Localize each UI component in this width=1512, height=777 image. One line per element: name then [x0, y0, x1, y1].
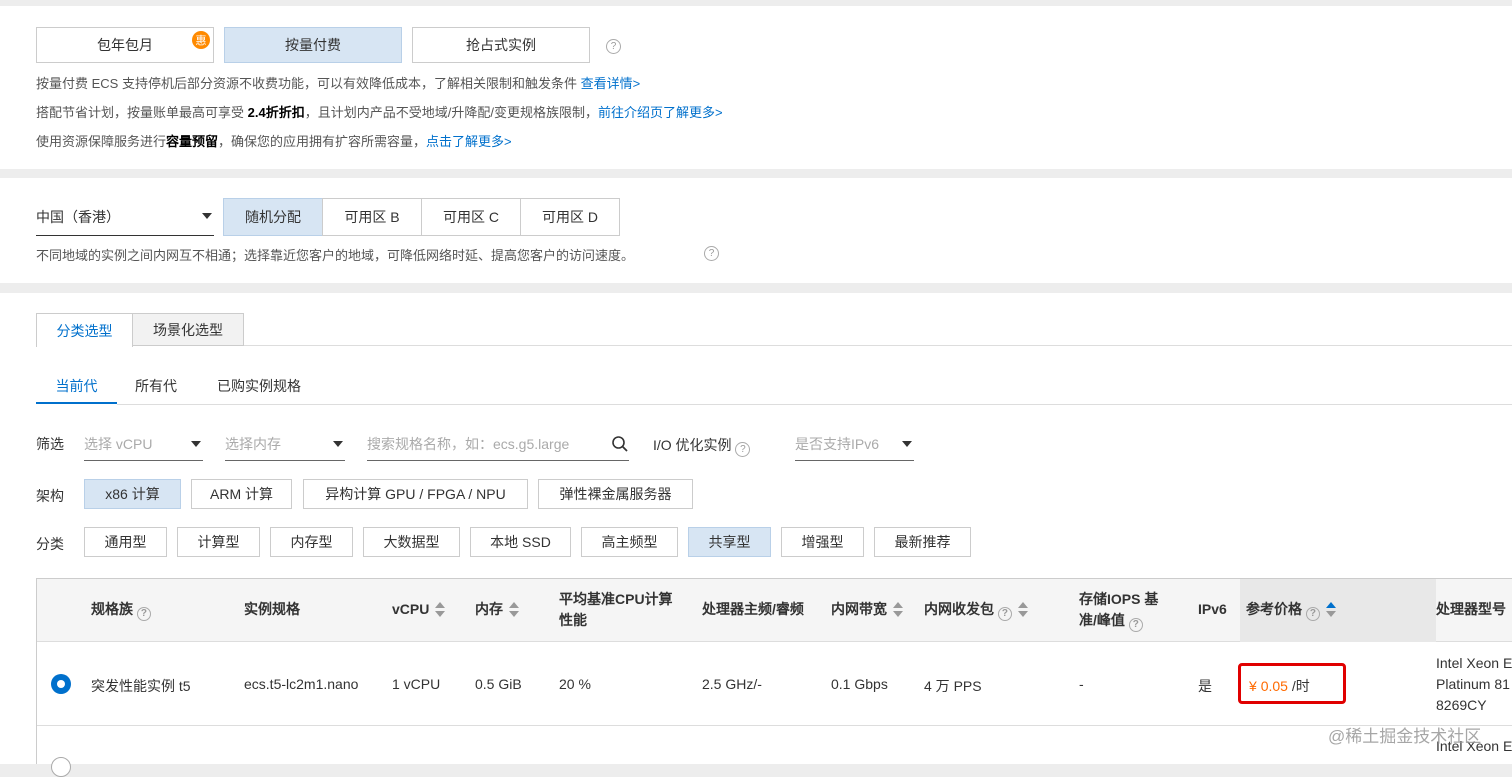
tabs-divider [244, 345, 1512, 346]
architecture-label: 架构 [36, 488, 64, 504]
help-icon[interactable]: ? [997, 606, 1012, 621]
help-icon[interactable]: ? [1305, 606, 1320, 621]
region-select[interactable]: 中国（香港） [36, 198, 214, 236]
cell-memory: 0.5 GiB [475, 676, 522, 692]
cell-price: ¥ 0.05 /时 [1249, 678, 1310, 694]
arch-x86[interactable]: x86 计算 [84, 479, 181, 509]
sort-icon[interactable] [893, 602, 903, 618]
vcpu-select[interactable]: 选择 vCPU [84, 428, 203, 461]
sort-icon[interactable] [509, 602, 519, 618]
cell-iops: - [1079, 676, 1084, 692]
zone-random[interactable]: 随机分配 [223, 198, 323, 236]
header-ipv6: IPv6 [1198, 601, 1227, 617]
chevron-down-icon [902, 441, 912, 447]
help-icon[interactable]: ? [606, 39, 621, 54]
capacity-link[interactable]: 点击了解更多> [426, 134, 512, 149]
tab-purchased-specs[interactable]: 已购实例规格 [217, 376, 301, 396]
category-shared[interactable]: 共享型 [688, 527, 771, 557]
header-iops: 存储IOPS 基准/峰值 ? [1079, 591, 1159, 632]
details-link[interactable]: 查看详情> [581, 76, 641, 91]
search-icon[interactable] [611, 435, 629, 453]
zone-c[interactable]: 可用区 C [421, 198, 521, 236]
billing-option-subscription[interactable]: 包年包月 惠 [36, 27, 214, 63]
cell-vcpu: 1 vCPU [392, 676, 441, 692]
help-icon[interactable]: ? [136, 606, 151, 621]
category-high-freq[interactable]: 高主频型 [581, 527, 678, 557]
chevron-down-icon [333, 441, 343, 447]
arch-heterogeneous[interactable]: 异构计算 GPU / FPGA / NPU [303, 479, 528, 509]
arch-bare-metal[interactable]: 弹性裸金属服务器 [538, 479, 693, 509]
billing-note-2: 搭配节省计划，按量账单最高可享受 2.4折折扣，且计划内产品不受地域/升降配/变… [36, 105, 723, 120]
header-memory[interactable]: 内存 [475, 599, 519, 620]
tab-category-selection[interactable]: 分类选型 [36, 313, 133, 347]
category-big-data[interactable]: 大数据型 [363, 527, 460, 557]
header-vcpu[interactable]: vCPU [392, 599, 446, 620]
region-note: 不同地域的实例之间内网互不相通；选择靠近您客户的地域，可降低网络时延、提高您客户… [36, 248, 635, 263]
cell-ipv6: 是 [1198, 678, 1212, 694]
filter-label: 筛选 [36, 436, 64, 452]
tab-current-gen[interactable]: 当前代 [36, 366, 117, 404]
header-cpu-model: 处理器型号 [1436, 601, 1506, 617]
cell-family: 突发性能实例 t5 [91, 678, 191, 694]
help-icon[interactable]: ? [735, 442, 751, 457]
cell-bandwidth: 0.1 Gbps [831, 676, 888, 692]
arch-arm[interactable]: ARM 计算 [191, 479, 292, 509]
zone-d[interactable]: 可用区 D [520, 198, 620, 236]
chevron-down-icon [191, 441, 201, 447]
billing-note-3: 使用资源保障服务进行容量预留，确保您的应用拥有扩容所需容量，点击了解更多> [36, 134, 512, 149]
sort-icon[interactable] [1017, 602, 1028, 618]
watermark: @稀土掘金技术社区 [1328, 727, 1482, 746]
header-family: 规格族 ? [91, 599, 151, 621]
row-radio[interactable] [51, 757, 71, 777]
help-icon[interactable]: ? [704, 246, 719, 261]
sort-icon[interactable] [435, 602, 446, 618]
category-label: 分类 [36, 536, 64, 552]
radio-dot [57, 680, 65, 688]
header-spec: 实例规格 [244, 601, 300, 617]
billing-option-payg[interactable]: 按量付费 [224, 27, 402, 63]
gen-tabs-divider [117, 404, 1512, 405]
category-enhanced[interactable]: 增强型 [781, 527, 864, 557]
savings-plan-link[interactable]: 前往介绍页了解更多> [598, 105, 723, 120]
category-local-ssd[interactable]: 本地 SSD [470, 527, 571, 557]
tab-all-gen[interactable]: 所有代 [135, 376, 177, 396]
io-optimized-label: I/O 优化实例 ? [653, 435, 751, 457]
tab-scenario-selection[interactable]: 场景化选型 [132, 313, 244, 346]
cell-cpu-model: Intel Xeon E Platinum 81 8269CY [1436, 655, 1512, 713]
header-pps[interactable]: 内网收发包 ? [924, 599, 1028, 621]
category-general[interactable]: 通用型 [84, 527, 167, 557]
header-bandwidth[interactable]: 内网带宽 [831, 599, 903, 620]
category-recommended[interactable]: 最新推荐 [874, 527, 971, 557]
ipv6-select[interactable]: 是否支持IPv6 [795, 428, 914, 461]
cell-spec: ecs.t5-lc2m1.nano [244, 676, 359, 692]
discount-badge: 惠 [192, 31, 210, 49]
cell-freq: 2.5 GHz/- [702, 676, 762, 692]
cell-pps: 4 万 PPS [924, 678, 982, 694]
chevron-down-icon [202, 213, 212, 219]
billing-note-1: 按量付费 ECS 支持停机后部分资源不收费功能，可以有效降低成本，了解相关限制和… [36, 76, 641, 91]
help-icon[interactable]: ? [1128, 617, 1143, 632]
cell-cpu-perf: 20 % [559, 676, 591, 692]
billing-option-spot[interactable]: 抢占式实例 [412, 27, 590, 63]
sort-icon[interactable] [1325, 602, 1336, 618]
header-price[interactable]: 参考价格 ? [1246, 599, 1336, 621]
zone-b[interactable]: 可用区 B [322, 198, 422, 236]
category-compute[interactable]: 计算型 [177, 527, 260, 557]
row-radio-selected[interactable] [51, 674, 71, 694]
memory-select[interactable]: 选择内存 [225, 428, 345, 461]
category-memory[interactable]: 内存型 [270, 527, 353, 557]
header-cpu-perf: 平均基准CPU计算性能 [559, 591, 673, 628]
spec-search-input[interactable]: 搜索规格名称，如：ecs.g5.large [367, 428, 629, 461]
header-freq: 处理器主频/睿频 [702, 601, 804, 617]
